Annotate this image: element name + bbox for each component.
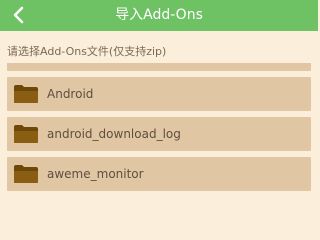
folder-icon bbox=[14, 125, 38, 143]
list-item[interactable]: Android bbox=[7, 77, 311, 111]
list-item[interactable]: android_download_log bbox=[7, 117, 311, 151]
folder-icon bbox=[14, 85, 38, 103]
list-item[interactable]: aweme_monitor bbox=[7, 157, 311, 191]
select-hint: 请选择Add-Ons文件(仅支持zip) bbox=[7, 45, 167, 58]
file-name: aweme_monitor bbox=[47, 167, 144, 181]
app-root: 导入Add-Ons 请选择Add-Ons文件(仅支持zip) Android a… bbox=[0, 0, 318, 201]
folder-icon bbox=[13, 63, 39, 64]
file-name: Android bbox=[47, 87, 94, 101]
file-name: android_download_log bbox=[47, 127, 181, 141]
file-list[interactable]: Android android_download_log aweme_monit… bbox=[0, 63, 318, 201]
folder-icon bbox=[14, 165, 38, 183]
page-title: 导入Add-Ons bbox=[115, 7, 203, 23]
list-item[interactable] bbox=[7, 63, 311, 71]
title-bar: 导入Add-Ons bbox=[0, 0, 318, 31]
